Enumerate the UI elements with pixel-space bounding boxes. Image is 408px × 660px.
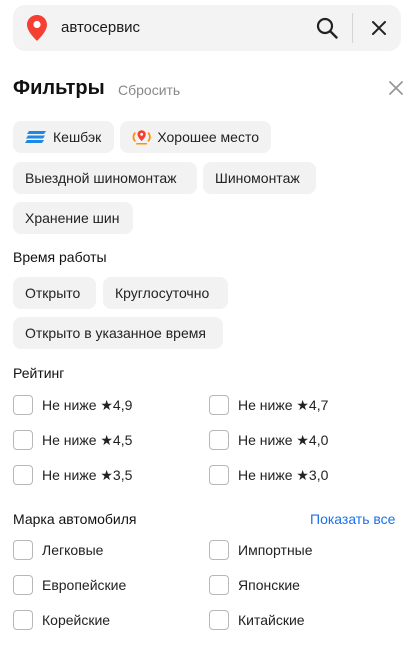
car-option-imported[interactable]: Импортные — [209, 540, 313, 560]
rating-option-4-0[interactable]: Не ниже ★4,0 — [209, 430, 328, 450]
chip-round-the-clock[interactable]: Круглосуточно — [103, 277, 228, 309]
checkbox[interactable] — [13, 465, 33, 485]
car-option-chinese[interactable]: Китайские — [209, 610, 305, 630]
chip-label: Хранение шин — [25, 210, 120, 226]
car-option-passenger[interactable]: Легковые — [13, 540, 103, 560]
rating-option-4-5[interactable]: Не ниже ★4,5 — [13, 430, 132, 450]
checkbox[interactable] — [209, 465, 229, 485]
checkbox-label: Не ниже ★4,5 — [42, 431, 133, 448]
rating-option-4-9[interactable]: Не ниже ★4,9 — [13, 395, 132, 415]
checkbox[interactable] — [209, 575, 229, 595]
checkbox-label: Не ниже ★4,0 — [238, 431, 329, 448]
checkbox-label: Не ниже ★4,9 — [42, 396, 133, 413]
checkbox-label: Китайские — [238, 612, 305, 628]
search-bar[interactable]: автосервис — [13, 5, 401, 51]
map-pin-icon — [27, 15, 47, 41]
chip-label: Выездной шиномонтаж — [25, 170, 177, 186]
checkbox-label: Импортные — [238, 542, 313, 558]
checkbox-label: Японские — [238, 577, 300, 593]
checkbox-label: Не ниже ★4,7 — [238, 396, 329, 413]
chip-cashback[interactable]: Кешбэк — [13, 121, 114, 153]
chip-tire-storage[interactable]: Хранение шин — [13, 202, 133, 234]
filters-title: Фильтры — [13, 77, 105, 99]
chip-label: Шиномонтаж — [215, 170, 300, 186]
rating-option-3-5[interactable]: Не ниже ★3,5 — [13, 465, 132, 485]
car-option-japanese[interactable]: Японские — [209, 575, 300, 595]
rating-option-3-0[interactable]: Не ниже ★3,0 — [209, 465, 328, 485]
cashback-icon — [25, 131, 46, 143]
checkbox[interactable] — [13, 575, 33, 595]
checkbox[interactable] — [13, 430, 33, 450]
rating-option-4-7[interactable]: Не ниже ★4,7 — [209, 395, 328, 415]
checkbox[interactable] — [13, 610, 33, 630]
chip-mobile-tire-service[interactable]: Выездной шиномонтаж — [13, 162, 197, 194]
chip-good-place[interactable]: Хорошее место — [120, 121, 271, 153]
checkbox-label: Не ниже ★3,5 — [42, 466, 133, 483]
car-option-korean[interactable]: Корейские — [13, 610, 110, 630]
chip-label: Открыто в указанное время — [25, 325, 206, 341]
checkbox[interactable] — [209, 610, 229, 630]
car-brand-title: Марка автомобиля — [13, 511, 137, 527]
checkbox[interactable] — [13, 395, 33, 415]
checkbox[interactable] — [13, 540, 33, 560]
rating-title: Рейтинг — [13, 365, 65, 381]
chip-label: Хорошее место — [157, 129, 259, 145]
car-option-european[interactable]: Европейские — [13, 575, 126, 595]
checkbox-label: Корейские — [42, 612, 111, 628]
show-all-link[interactable]: Показать все — [310, 511, 395, 527]
chip-open-now[interactable]: Открыто — [13, 277, 96, 309]
checkbox-label: Легковые — [42, 542, 104, 558]
search-icon[interactable] — [315, 16, 339, 40]
checkbox[interactable] — [209, 395, 229, 415]
close-icon[interactable] — [369, 18, 389, 38]
checkbox[interactable] — [209, 430, 229, 450]
checkbox-label: Европейские — [42, 577, 127, 593]
search-divider — [352, 13, 353, 43]
good-place-icon — [132, 130, 151, 145]
chip-open-at-time[interactable]: Открыто в указанное время — [13, 317, 223, 349]
work-hours-title: Время работы — [13, 249, 107, 265]
chip-label: Кешбэк — [53, 129, 102, 145]
reset-filters-button[interactable]: Сбросить — [118, 82, 180, 98]
chip-label: Круглосуточно — [115, 285, 210, 301]
checkbox-label: Не ниже ★3,0 — [238, 466, 329, 483]
search-input[interactable]: автосервис — [61, 19, 140, 36]
close-filters-icon[interactable] — [388, 80, 404, 96]
chip-tire-service[interactable]: Шиномонтаж — [203, 162, 316, 194]
checkbox[interactable] — [209, 540, 229, 560]
chip-label: Открыто — [25, 285, 81, 301]
